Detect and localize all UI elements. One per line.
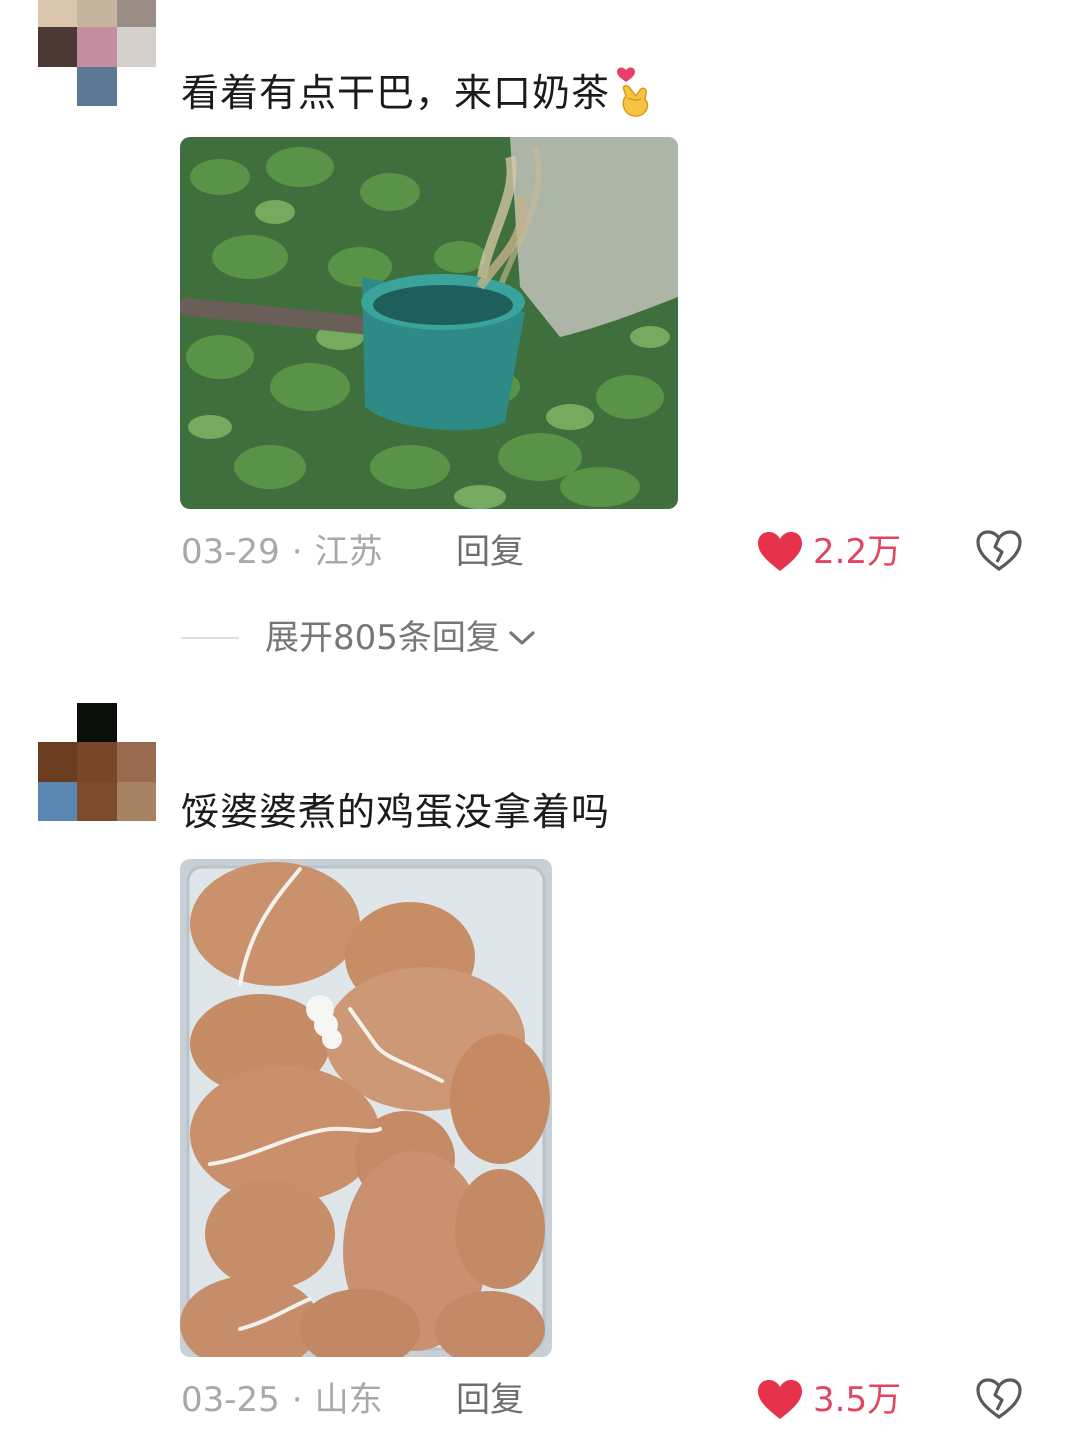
expand-replies-button[interactable]: 展开805条回复 — [181, 616, 536, 660]
comment-location: 山东 — [314, 1380, 383, 1420]
comment-item: 馁婆婆煮的鸡蛋没拿着吗 03-25 · 山东 回复 3.5万 — [0, 680, 1080, 1439]
dislike-button[interactable] — [976, 530, 1022, 576]
comment-text: 馁婆婆煮的鸡蛋没拿着吗 — [181, 790, 611, 834]
reply-button[interactable]: 回复 — [456, 1378, 524, 1422]
dislike-button[interactable] — [976, 1378, 1022, 1424]
comment-text: 看着有点干巴，来口奶茶 — [181, 66, 654, 120]
broken-heart-icon — [976, 1378, 1022, 1419]
divider — [181, 637, 239, 639]
like-button[interactable]: 3.5万 — [757, 1378, 901, 1422]
comment-meta: 03-25 · 山东 — [181, 1378, 383, 1422]
comment-meta: 03-29 · 江苏 — [181, 530, 383, 574]
comment-text-content: 看着有点干巴，来口奶茶 — [181, 71, 611, 115]
comment-date: 03-25 — [181, 1380, 280, 1420]
like-count: 3.5万 — [813, 1380, 902, 1420]
comment-photo[interactable] — [180, 137, 678, 509]
expand-replies-label: 展开805条回复 — [265, 618, 500, 658]
avatar[interactable] — [38, 0, 156, 106]
heart-icon — [758, 1380, 802, 1419]
meta-separator: · — [291, 532, 303, 572]
comment-photo[interactable] — [180, 859, 552, 1357]
meta-separator: · — [291, 1380, 303, 1420]
chevron-down-icon — [509, 631, 535, 645]
heart-icon — [758, 532, 802, 571]
reply-button[interactable]: 回复 — [456, 530, 524, 574]
comment-date: 03-29 — [181, 532, 280, 572]
like-button[interactable]: 2.2万 — [757, 530, 901, 574]
like-count: 2.2万 — [813, 532, 902, 572]
comment-item: 看着有点干巴，来口奶茶 03-29 · 江苏 回复 2.2万 展开805条回复 — [0, 0, 1080, 680]
finger-heart-icon — [614, 66, 654, 120]
avatar[interactable] — [38, 703, 156, 821]
broken-heart-icon — [976, 530, 1022, 571]
comment-location: 江苏 — [314, 532, 383, 572]
